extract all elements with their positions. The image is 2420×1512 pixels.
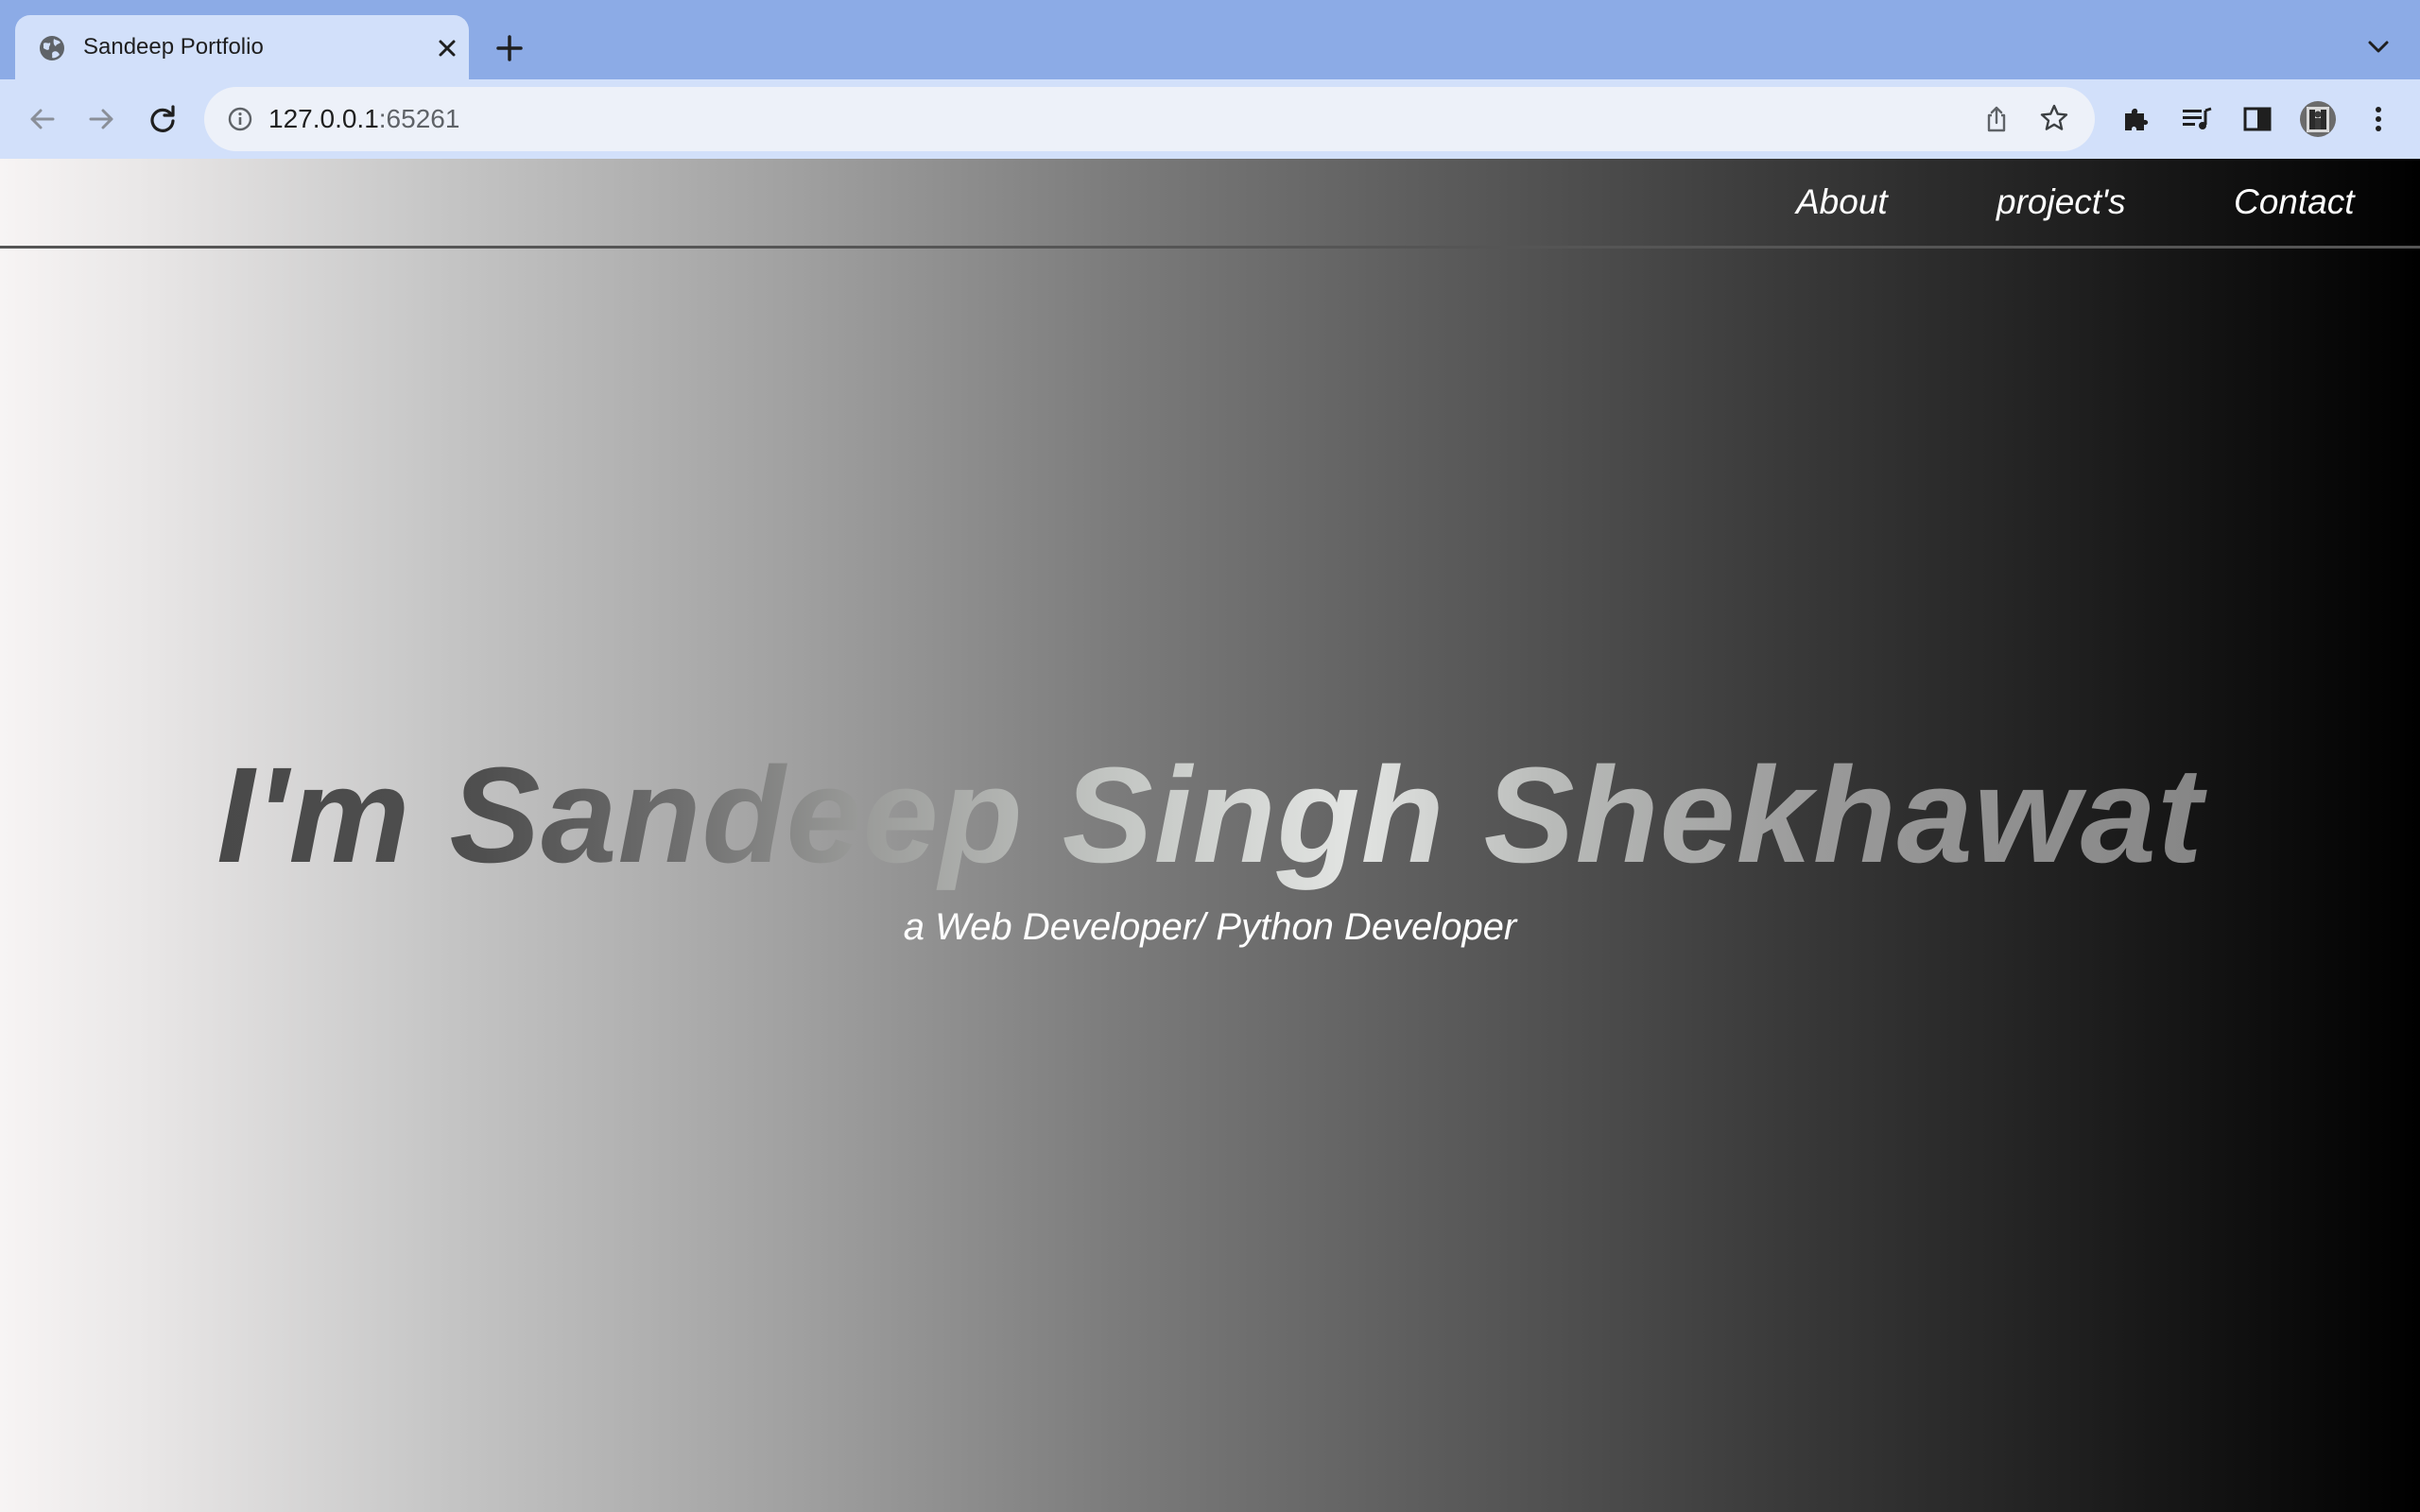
reload-icon[interactable] [142, 98, 183, 140]
arrow-right-icon[interactable] [81, 98, 123, 140]
page-viewport: About project's Contact I'm Sandeep Sing… [0, 159, 2420, 1512]
avatar[interactable] [2297, 98, 2339, 140]
kebab-menu-icon[interactable] [2358, 98, 2399, 140]
address-bar[interactable]: 127.0.0.1:65261 [204, 87, 2095, 151]
hero-subtitle: a Web Developer/ Python Developer [903, 906, 1517, 948]
nav-link-projects[interactable]: project's [1996, 181, 2126, 223]
media-control-icon[interactable] [2176, 98, 2218, 140]
url-host: 127.0.0.1 [268, 104, 379, 133]
nav-link-contact[interactable]: Contact [2234, 181, 2355, 223]
arrow-left-icon[interactable] [21, 98, 62, 140]
globe-icon [38, 34, 66, 62]
info-icon[interactable] [227, 106, 253, 132]
browser-window: Sandeep Portfolio 127.0.0.1:65261 About … [0, 0, 2420, 1512]
tab-strip: Sandeep Portfolio [0, 0, 2420, 79]
side-panel-icon[interactable] [2237, 98, 2278, 140]
star-icon[interactable] [2038, 102, 2070, 134]
chevron-down-icon[interactable] [2363, 32, 2394, 62]
hero-title: I'm Sandeep Singh Shekhawat [0, 735, 2420, 896]
close-icon[interactable] [433, 34, 461, 62]
share-icon[interactable] [1981, 104, 2012, 134]
url-text: 127.0.0.1:65261 [268, 102, 459, 136]
plus-icon[interactable] [493, 32, 526, 64]
nav-link-about[interactable]: About [1796, 181, 1888, 223]
toolbar: 127.0.0.1:65261 [0, 79, 2420, 159]
tab-active[interactable]: Sandeep Portfolio [15, 15, 469, 79]
url-port: :65261 [378, 104, 460, 133]
tab-title: Sandeep Portfolio [83, 34, 264, 60]
puzzle-icon[interactable] [2116, 98, 2157, 140]
site-nav: About project's Contact [0, 159, 2420, 249]
